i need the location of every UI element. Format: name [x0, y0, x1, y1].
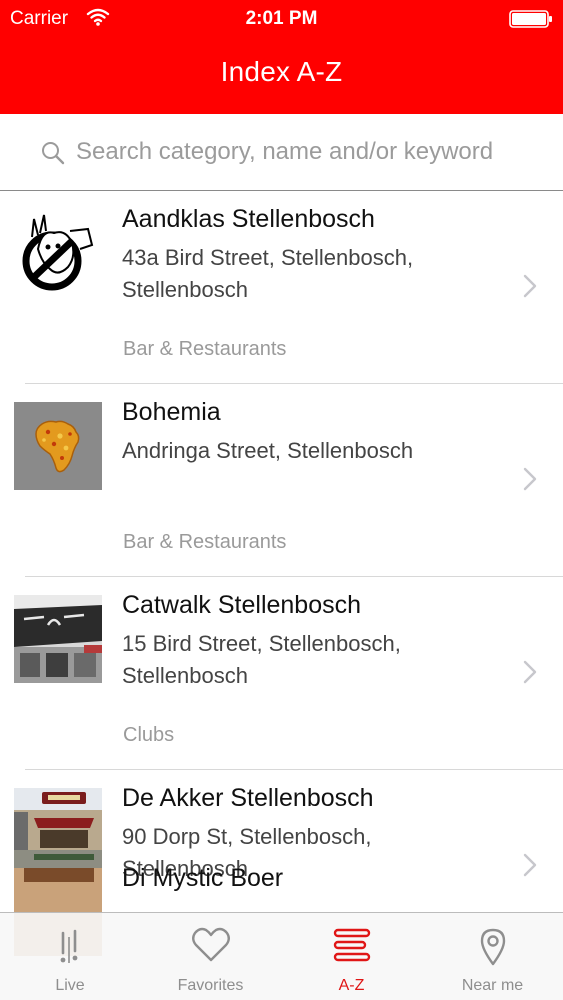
tab-a-z-label: A-Z	[338, 977, 365, 994]
chevron-right-icon	[523, 274, 537, 298]
catwalk-storefront-thumbnail	[14, 595, 102, 683]
tab-favorites-label: Favorites	[177, 977, 244, 994]
tab-near-me[interactable]: Near me	[422, 913, 563, 1000]
search-bar	[0, 114, 563, 191]
africa-map-logo-thumbnail	[14, 402, 102, 490]
app-screen: Carrier 2:01 PM Index A-Z Search categor…	[0, 0, 563, 1000]
chevron-right-icon	[523, 467, 537, 491]
battery-icon	[509, 10, 552, 28]
header: Carrier 2:01 PM Index A-Z	[0, 0, 563, 114]
location-pin-icon	[480, 928, 505, 966]
listing-name: Di Mystic Boer	[122, 864, 284, 892]
listing-address: 43a Bird Street, Stellenbosch, Stellenbo…	[122, 245, 414, 302]
search-input[interactable]	[76, 136, 536, 168]
tab-favorites[interactable]: Favorites	[140, 913, 281, 1000]
tab-live-label: Live	[55, 977, 85, 994]
search-icon	[42, 142, 65, 165]
listing-category: Bar & Restaurants	[123, 531, 287, 553]
heart-icon	[191, 927, 230, 962]
listing-address: 15 Bird Street, Stellenbosch, Stellenbos…	[122, 631, 401, 688]
live-icon	[60, 929, 78, 963]
listing-item[interactable]: Catwalk Stellenbosch 15 Bird Street, Ste…	[0, 577, 563, 770]
tab-live[interactable]: Live	[0, 913, 140, 1000]
listing-name: Aandklas Stellenbosch	[122, 205, 375, 233]
listing-name: De Akker Stellenbosch	[122, 784, 374, 812]
listing-item[interactable]: Bohemia Andringa Street, Stellenbosch Ba…	[0, 384, 563, 577]
listing-category: Bar & Restaurants	[123, 338, 287, 360]
listing-category: Clubs	[123, 724, 175, 746]
listing-address: Andringa Street, Stellenbosch	[122, 438, 414, 463]
status-time: 2:01 PM	[245, 8, 318, 29]
listing-item[interactable]: Aandklas Stellenbosch 43a Bird Street, S…	[0, 191, 563, 384]
listing-list: Aandklas Stellenbosch 43a Bird Street, S…	[0, 191, 563, 1000]
page-title: Index A-Z	[220, 56, 343, 87]
tab-bar: Live Favorites A-Z Near me	[0, 912, 563, 1000]
listing-name: Catwalk Stellenbosch	[122, 591, 362, 619]
ghostbusters-logo-thumbnail	[14, 209, 102, 297]
listing-name: Bohemia	[122, 398, 221, 426]
a-z-list-icon	[333, 928, 370, 962]
chevron-right-icon	[523, 660, 537, 684]
status-bar: Carrier 2:01 PM	[0, 0, 563, 40]
tab-near-me-label: Near me	[461, 977, 524, 994]
tab-a-z[interactable]: A-Z	[281, 913, 422, 1000]
